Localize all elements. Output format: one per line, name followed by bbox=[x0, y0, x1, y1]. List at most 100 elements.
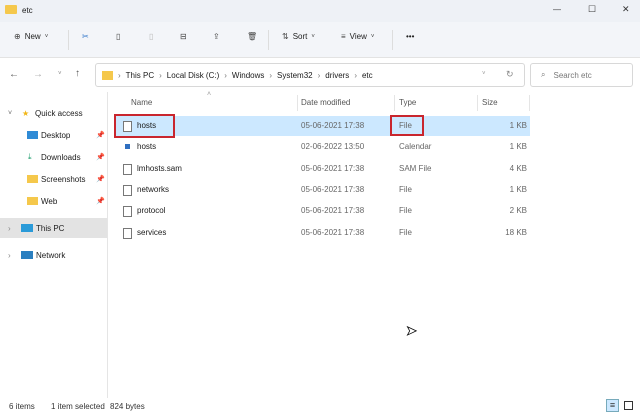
breadcrumb-this-pc[interactable]: This PC bbox=[126, 71, 154, 80]
up-button[interactable]: ↑ bbox=[75, 68, 80, 79]
forward-button[interactable]: → bbox=[33, 69, 43, 80]
navigation-pane: ˅ ★ Quick access Desktop 📌 ⤓ Downloads 📌 Scre… bbox=[0, 92, 108, 398]
sidebar-label: This PC bbox=[36, 223, 65, 233]
minimize-button[interactable]: — bbox=[553, 5, 561, 14]
breadcrumb-separator: › bbox=[118, 70, 121, 80]
new-button[interactable]: ⊕ New ˅ bbox=[14, 32, 48, 41]
file-row[interactable]: hosts 05-06-2021 17:38 File 1 KB bbox=[115, 116, 530, 136]
breadcrumb-local-disk[interactable]: Local Disk (C:) bbox=[167, 71, 219, 80]
breadcrumb-separator: › bbox=[224, 70, 227, 80]
sort-icon: ⇅ bbox=[282, 32, 289, 41]
view-list-icon: ≡ bbox=[341, 32, 346, 41]
breadcrumb-separator: › bbox=[159, 70, 162, 80]
breadcrumb-system32[interactable]: System32 bbox=[277, 71, 313, 80]
file-row[interactable]: networks 05-06-2021 17:38 File 1 KB bbox=[115, 180, 530, 200]
sidebar-label: Quick access bbox=[35, 108, 83, 118]
copy-icon[interactable]: ▯ bbox=[116, 32, 120, 41]
file-row[interactable]: services 05-06-2021 17:38 File 18 KB bbox=[115, 223, 530, 243]
sort-button[interactable]: ⇅ Sort ˅ bbox=[282, 32, 315, 41]
delete-icon[interactable]: 🗑 bbox=[247, 32, 257, 41]
pin-icon[interactable]: 📌 bbox=[96, 131, 105, 139]
folder-icon bbox=[5, 5, 17, 14]
recent-locations-button[interactable]: ˅ bbox=[58, 71, 62, 77]
calendar-file-icon bbox=[125, 144, 130, 150]
file-row[interactable]: protocol 05-06-2021 17:38 File 2 KB bbox=[115, 201, 530, 221]
file-date: 05-06-2021 17:38 bbox=[301, 184, 365, 194]
back-button[interactable]: ← bbox=[9, 69, 19, 80]
pin-icon[interactable]: 📌 bbox=[96, 153, 105, 161]
sidebar-item-network[interactable]: › Network bbox=[0, 245, 107, 265]
file-row[interactable]: lmhosts.sam 05-06-2021 17:38 SAM File 4 KB bbox=[115, 159, 530, 179]
sidebar-label: Desktop bbox=[41, 130, 71, 140]
sidebar-item-quick-access[interactable]: ˅ ★ Quick access bbox=[0, 103, 107, 123]
view-label: View bbox=[349, 32, 367, 41]
pin-icon[interactable]: 📌 bbox=[96, 197, 105, 205]
address-bar[interactable]: › This PC › Local Disk (C:) › Windows › Sys… bbox=[95, 63, 525, 87]
pin-icon[interactable]: 📌 bbox=[96, 175, 105, 183]
sidebar-item-web[interactable]: Web 📌 bbox=[0, 191, 107, 211]
breadcrumb-separator: › bbox=[354, 70, 357, 80]
file-size: 18 KB bbox=[505, 227, 527, 237]
column-header-size[interactable]: Size bbox=[482, 98, 498, 107]
file-size: 1 KB bbox=[509, 184, 527, 194]
chevron-down-icon: ˅ bbox=[311, 33, 315, 40]
large-icons-view-button[interactable] bbox=[624, 401, 633, 410]
sidebar-item-this-pc[interactable]: › This PC bbox=[0, 218, 107, 238]
sort-ascending-icon: ˄ bbox=[207, 91, 212, 98]
column-divider[interactable] bbox=[529, 95, 530, 111]
details-view-button[interactable]: ≡ bbox=[606, 399, 619, 412]
breadcrumb-windows[interactable]: Windows bbox=[232, 71, 264, 80]
file-icon bbox=[123, 184, 132, 196]
item-count: 6 items bbox=[9, 402, 35, 411]
rename-icon[interactable]: ⊟ bbox=[180, 32, 187, 41]
chevron-right-icon: › bbox=[8, 223, 11, 233]
sidebar-label: Downloads bbox=[41, 152, 81, 162]
paste-icon[interactable]: ▯ bbox=[149, 32, 153, 41]
file-date: 05-06-2021 17:38 bbox=[301, 163, 365, 173]
breadcrumb-etc[interactable]: etc bbox=[362, 71, 373, 80]
file-type: SAM File bbox=[399, 163, 432, 173]
more-options-button[interactable]: ••• bbox=[406, 32, 414, 41]
refresh-icon[interactable]: ↻ bbox=[506, 69, 514, 80]
folder-icon bbox=[27, 197, 38, 205]
close-button[interactable]: ✕ bbox=[622, 4, 630, 15]
file-name: services bbox=[137, 227, 167, 237]
column-divider[interactable] bbox=[297, 95, 298, 111]
folder-icon bbox=[27, 175, 38, 183]
column-header-name[interactable]: Name bbox=[131, 98, 152, 107]
title-bar: etc — ☐ ✕ bbox=[0, 0, 640, 22]
sidebar-label: Screenshots bbox=[41, 174, 86, 184]
computer-icon bbox=[21, 224, 33, 232]
new-label: New bbox=[24, 32, 41, 41]
share-icon[interactable]: ⇪ bbox=[213, 32, 220, 41]
chevron-down-icon: ˅ bbox=[370, 33, 375, 40]
column-divider[interactable] bbox=[394, 95, 395, 111]
selection-count: 1 item selected bbox=[51, 402, 105, 411]
sidebar-item-desktop[interactable]: Desktop 📌 bbox=[0, 125, 107, 145]
sidebar-label: Network bbox=[36, 250, 66, 260]
highlight-box-type bbox=[390, 115, 424, 136]
column-header-type[interactable]: Type bbox=[399, 98, 416, 107]
cut-icon[interactable]: ✂ bbox=[82, 32, 89, 41]
search-input[interactable]: ⌕ Search etc bbox=[530, 63, 633, 87]
folder-icon bbox=[102, 70, 113, 80]
view-button[interactable]: ≡ View ˅ bbox=[341, 32, 374, 41]
sidebar-item-downloads[interactable]: ⤓ Downloads 📌 bbox=[0, 147, 107, 167]
column-divider[interactable] bbox=[477, 95, 478, 111]
file-date: 05-06-2021 17:38 bbox=[301, 121, 365, 130]
address-dropdown-icon[interactable]: ˅ bbox=[482, 71, 486, 77]
breadcrumb-drivers[interactable]: drivers bbox=[325, 71, 349, 80]
desktop-icon bbox=[27, 131, 38, 139]
file-icon bbox=[123, 227, 132, 239]
mouse-cursor: ➤ bbox=[406, 323, 418, 339]
file-name: hosts bbox=[137, 142, 157, 152]
file-type: File bbox=[399, 206, 412, 216]
divider bbox=[392, 30, 393, 50]
search-placeholder: Search etc bbox=[553, 70, 592, 80]
maximize-button[interactable]: ☐ bbox=[588, 4, 596, 15]
file-name: protocol bbox=[137, 206, 166, 216]
column-header-date[interactable]: Date modified bbox=[301, 98, 350, 107]
sidebar-item-screenshots[interactable]: Screenshots 📌 bbox=[0, 169, 107, 189]
file-name: networks bbox=[137, 184, 170, 194]
file-row[interactable]: hosts 02-06-2022 13:50 Calendar 1 KB bbox=[115, 137, 530, 157]
